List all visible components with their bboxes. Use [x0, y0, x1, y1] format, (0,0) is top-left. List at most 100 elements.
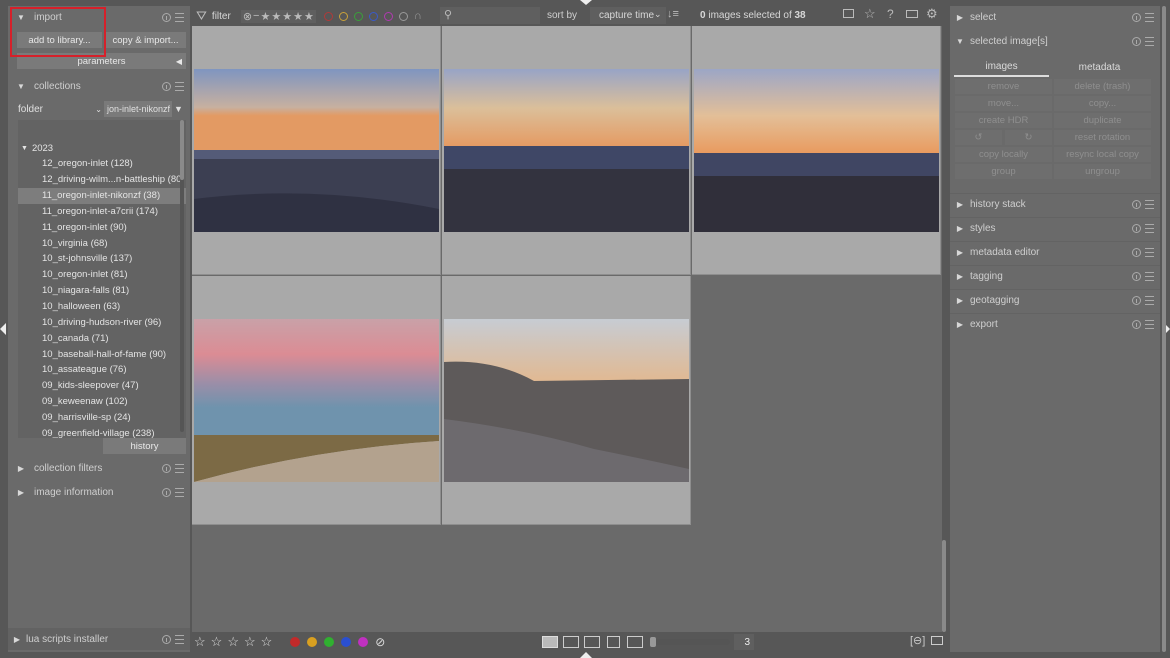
collapse-top-panel-arrow[interactable]: [580, 0, 592, 5]
star-icon[interactable]: ★: [271, 10, 281, 23]
select-module-header[interactable]: ▶ select: [950, 6, 1160, 28]
collection-tree-item[interactable]: 10_canada (71): [18, 330, 186, 346]
reset-icon[interactable]: [162, 12, 171, 22]
collapse-left-panel-arrow[interactable]: [0, 323, 6, 335]
star-icon[interactable]: ☆: [194, 634, 206, 650]
styles-module-header[interactable]: ▶ styles: [950, 217, 1160, 239]
presets-menu-icon[interactable]: [1145, 296, 1154, 305]
display-profile-icon[interactable]: [931, 636, 943, 645]
collection-tree-item[interactable]: 11_oregon-inlet (90): [18, 219, 186, 235]
copy-locally-button[interactable]: copy locally: [955, 147, 1052, 162]
reset-icon[interactable]: [1132, 320, 1141, 329]
presets-menu-icon[interactable]: [175, 12, 184, 22]
focus-peaking-icon[interactable]: [⊖]: [910, 634, 925, 647]
collapse-bottom-panel-arrow[interactable]: [580, 652, 592, 658]
help-icon[interactable]: ?: [887, 7, 894, 21]
reset-icon[interactable]: [1132, 200, 1141, 209]
blue-label-filter-icon[interactable]: [368, 11, 378, 21]
search-input[interactable]: ⚲: [440, 7, 540, 24]
collection-tree-item[interactable]: 09_harrisville-sp (24): [18, 410, 186, 426]
filemanager-layout-icon[interactable]: [542, 636, 558, 648]
metadata-editor-module-header[interactable]: ▶ metadata editor: [950, 241, 1160, 263]
center-scrollbar[interactable]: [942, 540, 946, 632]
blue-label-icon[interactable]: [341, 637, 352, 647]
color-label-filter[interactable]: ∩: [323, 10, 422, 22]
reset-icon[interactable]: [1132, 272, 1141, 281]
export-module-header[interactable]: ▶ export: [950, 313, 1160, 335]
star-icon[interactable]: ☆: [261, 634, 273, 650]
presets-menu-icon[interactable]: [1145, 36, 1154, 46]
presets-menu-icon[interactable]: [175, 81, 184, 91]
star-icon[interactable]: ☆: [244, 634, 256, 650]
collection-rule-entry[interactable]: jon-inlet-nikonzf: [104, 101, 172, 117]
purple-label-filter-icon[interactable]: [383, 11, 393, 21]
remove-button[interactable]: remove: [955, 79, 1052, 94]
preview-icon[interactable]: [627, 636, 643, 648]
rotate-cw-button[interactable]: ↻: [1005, 130, 1052, 145]
star-overlay-icon[interactable]: ☆: [864, 6, 876, 22]
purple-label-icon[interactable]: [358, 637, 369, 647]
collection-tree-item[interactable]: 10_assateague (76): [18, 362, 186, 378]
image-information-module-header[interactable]: ▶ image information: [8, 481, 190, 503]
copy-button[interactable]: copy...: [1054, 96, 1151, 111]
reset-rotation-button[interactable]: reset rotation: [1054, 130, 1151, 145]
collection-tree-item[interactable]: 09_keweenaw (102): [18, 394, 186, 410]
star-icon[interactable]: ☆: [211, 634, 223, 650]
zoomable-lighttable-icon[interactable]: [563, 636, 579, 648]
culling-dynamic-icon[interactable]: [607, 636, 620, 648]
star-icon[interactable]: ★: [282, 10, 292, 23]
star-icon[interactable]: ★: [260, 10, 270, 23]
thumbnail-cell[interactable]: [442, 26, 691, 275]
collection-tree-item[interactable]: 12_oregon-inlet (128): [18, 156, 186, 172]
collection-tree-item[interactable]: 10_driving-hudson-river (96): [18, 314, 186, 330]
star-icon[interactable]: ☆: [227, 634, 239, 650]
presets-menu-icon[interactable]: [1145, 272, 1154, 281]
resync-local-copy-button[interactable]: resync local copy: [1054, 147, 1151, 162]
collection-tree-item[interactable]: 10_niagara-falls (81): [18, 283, 186, 299]
reset-icon[interactable]: [1132, 12, 1141, 22]
group-button[interactable]: group: [955, 164, 1052, 179]
star-icon[interactable]: ★: [293, 10, 303, 23]
thumbnail-zoom-slider-handle[interactable]: [650, 637, 656, 647]
presets-menu-icon[interactable]: [1145, 320, 1154, 329]
collection-tree-item[interactable]: 12_driving-wilm...n-battleship (80): [18, 172, 186, 188]
collection-tree-item[interactable]: 10_virginia (68): [18, 235, 186, 251]
tree-root-2023[interactable]: ▼ 2023: [18, 140, 186, 156]
reset-icon[interactable]: [1132, 36, 1141, 46]
collection-filters-module-header[interactable]: ▶ collection filters: [8, 457, 190, 479]
selected-images-module-header[interactable]: ▼ selected image[s]: [950, 30, 1160, 52]
history-button[interactable]: history: [103, 438, 186, 454]
grouping-icon[interactable]: [843, 9, 854, 18]
rotate-ccw-button[interactable]: ↺: [955, 130, 1002, 145]
collection-property-combo[interactable]: folder ⌄: [18, 101, 102, 117]
reset-icon[interactable]: [162, 487, 171, 497]
history-stack-module-header[interactable]: ▶ history stack: [950, 193, 1160, 215]
geotagging-module-header[interactable]: ▶ geotagging: [950, 289, 1160, 311]
thumbnail-zoom-slider[interactable]: [650, 639, 730, 645]
rating-filter[interactable]: ⊗ − ★ ★ ★ ★ ★: [240, 9, 316, 23]
collections-scrollbar-thumb[interactable]: [180, 120, 184, 180]
culling-fixed-icon[interactable]: [584, 636, 600, 648]
rule-dropdown-icon[interactable]: ▼: [174, 101, 186, 117]
filter-icon[interactable]: ⛛: [196, 8, 207, 24]
copy-import-button[interactable]: copy & import...: [105, 32, 186, 48]
collection-tree-item[interactable]: 10_baseball-hall-of-fame (90): [18, 346, 186, 362]
red-label-filter-icon[interactable]: [323, 11, 333, 21]
thumbnail-cell[interactable]: [192, 276, 441, 525]
columns-entry[interactable]: 3: [734, 634, 754, 650]
duplicate-button[interactable]: duplicate: [1054, 113, 1151, 128]
tab-metadata[interactable]: metadata: [1052, 57, 1147, 77]
thumbnail-cell[interactable]: [192, 26, 441, 275]
collection-tree-item[interactable]: 11_oregon-inlet-a7crii (174): [18, 204, 186, 220]
collection-tree-item[interactable]: 10_oregon-inlet (81): [18, 267, 186, 283]
green-label-filter-icon[interactable]: [353, 11, 363, 21]
collections-tree[interactable]: ▼ 2023 12_oregon-inlet (128) 12_driving-w…: [18, 120, 186, 438]
collection-tree-item[interactable]: 09_greenfield-village (238): [18, 425, 186, 438]
delete-trash-button[interactable]: delete (trash): [1054, 79, 1151, 94]
collection-tree-item[interactable]: 09_kids-sleepover (47): [18, 378, 186, 394]
yellow-label-filter-icon[interactable]: [338, 11, 348, 21]
collection-tree-item[interactable]: 10_st-johnsville (137): [18, 251, 186, 267]
gear-icon[interactable]: ⚙: [926, 6, 938, 22]
collections-module-header[interactable]: ▼ collections: [8, 75, 190, 97]
thumbnail-cell[interactable]: [442, 276, 691, 525]
